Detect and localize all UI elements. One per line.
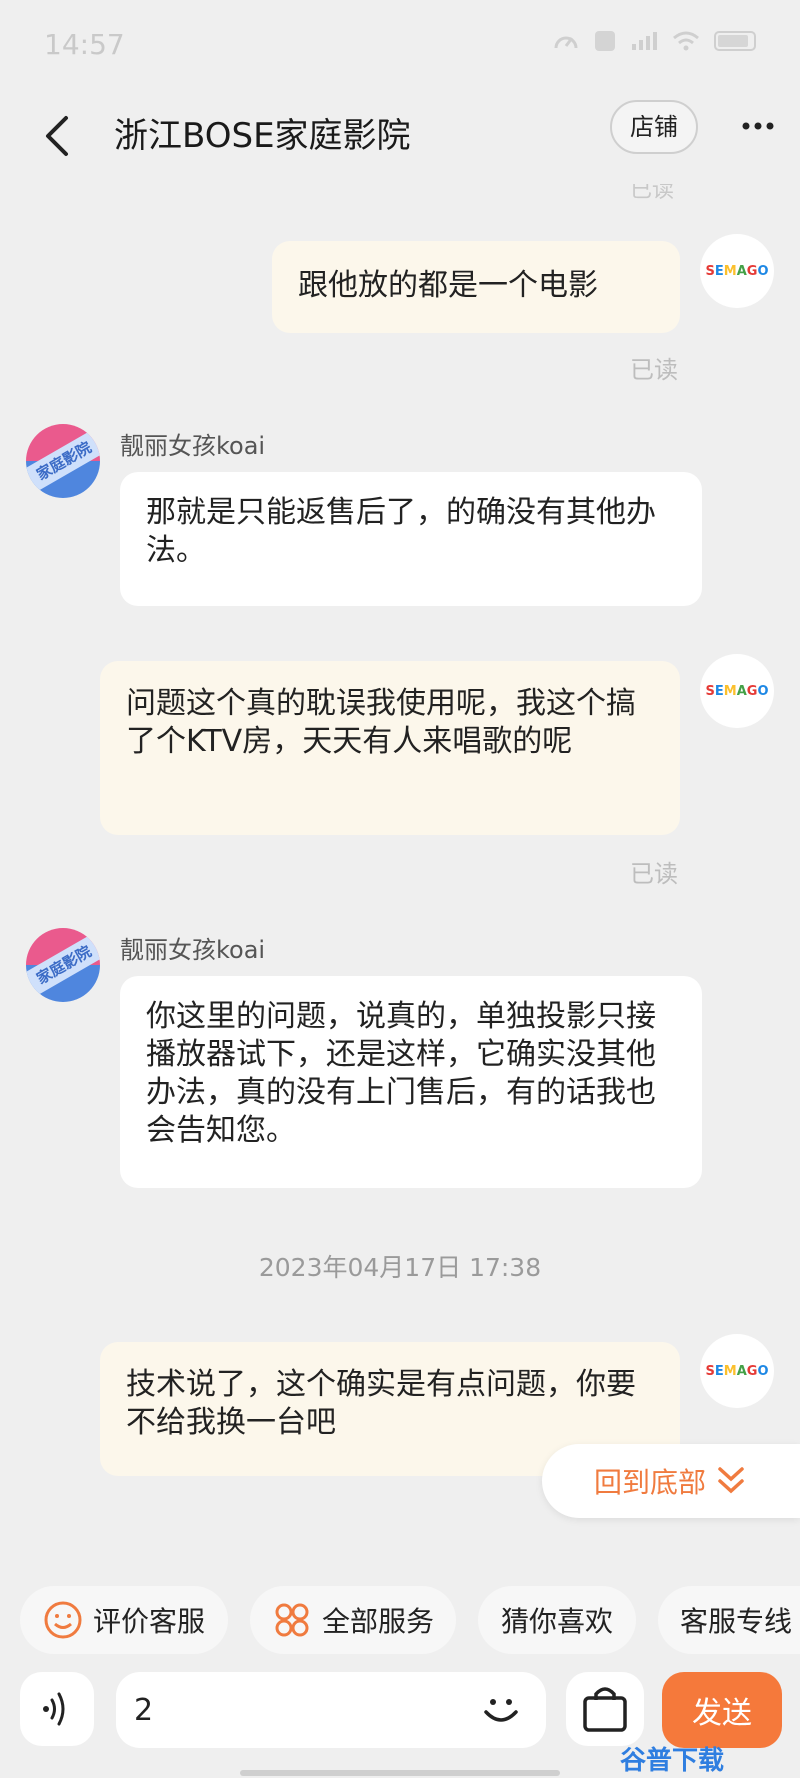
back-to-bottom-button[interactable]: 回到底部 xyxy=(542,1444,800,1518)
status-bar: 14:57 xyxy=(0,0,800,88)
battery-icon xyxy=(714,31,756,51)
guess-you-like-chip[interactable]: 猜你喜欢 xyxy=(478,1586,636,1654)
message-timestamp: 2023年04月17日 17:38 xyxy=(258,1253,542,1282)
status-time: 14:57 xyxy=(44,28,125,61)
shop-avatar[interactable]: 家庭影院 xyxy=(26,424,100,498)
double-chevron-down-icon xyxy=(718,1467,744,1494)
chip-label: 客服专线 xyxy=(680,1605,793,1638)
message-bubble-incoming[interactable]: 你这里的问题，说真的，单独投影只接播放器试下，还是这样，它确实没其他办法，真的没… xyxy=(120,976,702,1188)
emoji-icon[interactable] xyxy=(476,1684,526,1734)
user-avatar[interactable]: SEMAGO xyxy=(700,234,774,308)
network-speed-icon xyxy=(554,36,578,49)
chat-header: 浙江BOSE家庭影院 店铺 xyxy=(0,88,800,184)
watermark: 谷普下载 xyxy=(620,1746,725,1776)
service-hotline-chip[interactable]: 客服专线 xyxy=(658,1586,800,1654)
shopping-bag-button[interactable] xyxy=(566,1672,644,1746)
send-button[interactable]: 发送 xyxy=(662,1672,782,1748)
quick-action-bar: 评价客服 全部服务 猜你喜欢 客服专线 xyxy=(0,1586,800,1658)
shopping-bag-icon xyxy=(583,1687,627,1732)
message-bubble-outgoing[interactable]: 跟他放的都是一个电影 xyxy=(272,241,680,333)
chip-label: 评价客服 xyxy=(92,1605,205,1638)
hd-icon xyxy=(595,31,615,51)
read-status: 已读 xyxy=(630,860,678,888)
user-avatar[interactable]: SEMAGO xyxy=(700,654,774,728)
signal-icon xyxy=(632,32,657,50)
all-services-chip[interactable]: 全部服务 xyxy=(250,1586,456,1654)
shop-avatar-logo: 家庭影院 xyxy=(26,930,100,1000)
rate-service-chip[interactable]: 评价客服 xyxy=(20,1586,228,1654)
read-status: 已读 xyxy=(630,356,678,384)
chip-label: 猜你喜欢 xyxy=(500,1605,613,1638)
home-indicator[interactable] xyxy=(240,1770,560,1776)
message-text: 你这里的问题，说真的，单独投影只接播放器试下，还是这样，它确实没其他办法，真的没… xyxy=(146,999,656,1148)
message-bubble-incoming[interactable]: 那就是只能返售后了，的确没有其他办法。 xyxy=(120,472,702,606)
status-icons xyxy=(552,28,756,54)
shop-button[interactable]: 店铺 xyxy=(610,100,698,154)
back-arrow-icon[interactable] xyxy=(38,106,82,166)
voice-input-button[interactable] xyxy=(20,1672,94,1746)
grid-icon xyxy=(275,1603,309,1637)
back-to-bottom-label: 回到底部 xyxy=(594,1466,707,1499)
voice-icon xyxy=(43,1692,65,1726)
user-avatar[interactable]: SEMAGO xyxy=(700,1334,774,1408)
sender-name: 靓丽女孩koai xyxy=(120,432,266,460)
message-text: 问题这个真的耽误我使用呢，我这个搞了个KTV房，天天有人来唱歌的呢 xyxy=(126,686,636,759)
message-bubble-outgoing[interactable]: 问题这个真的耽误我使用呢，我这个搞了个KTV房，天天有人来唱歌的呢 xyxy=(100,661,680,835)
shop-avatar[interactable]: 家庭影院 xyxy=(26,928,100,1002)
more-options-icon[interactable] xyxy=(738,106,778,146)
shop-avatar-logo: 家庭影院 xyxy=(26,426,100,496)
message-text: 技术说了，这个确实是有点问题，你要不给我换一台吧 xyxy=(126,1367,636,1440)
page-title: 浙江BOSE家庭影院 xyxy=(114,116,411,156)
message-text: 那就是只能返售后了，的确没有其他办法。 xyxy=(146,495,656,568)
read-status: 已读 xyxy=(630,184,675,203)
wifi-icon xyxy=(673,31,699,51)
chip-label: 全部服务 xyxy=(321,1605,434,1638)
smile-icon xyxy=(44,1601,82,1639)
chat-message-list[interactable]: 已读 跟他放的都是一个电影 SEMAGO 已读 家庭影院 靓丽女孩koai 那就… xyxy=(0,184,800,1574)
sender-name: 靓丽女孩koai xyxy=(120,936,266,964)
message-text: 跟他放的都是一个电影 xyxy=(298,268,598,303)
